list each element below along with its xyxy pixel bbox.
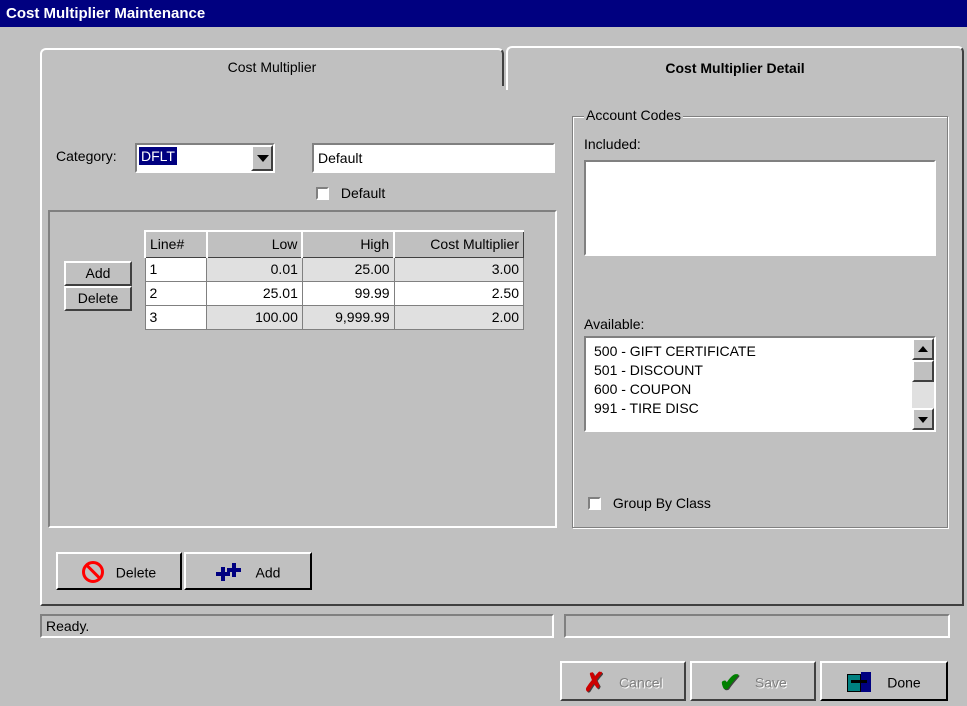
list-item[interactable]: 991 - TIRE DISC: [586, 399, 934, 418]
category-description-value: Default: [318, 150, 363, 166]
group-by-class-label: Group By Class: [612, 495, 711, 512]
chevron-up-icon: [918, 346, 928, 352]
default-checkbox[interactable]: [316, 186, 329, 200]
cell-line[interactable]: 2: [144, 280, 208, 306]
cell-low[interactable]: 100.00: [206, 304, 303, 330]
save-button[interactable]: ✔ Save: [690, 661, 816, 701]
add-button-label: Add: [255, 564, 281, 581]
cell-high[interactable]: 99.99: [301, 280, 395, 306]
tab-cost-multiplier-detail-label: Cost Multiplier Detail: [665, 60, 805, 76]
cell-cost-multiplier[interactable]: 2.00: [393, 304, 525, 330]
default-checkbox-row[interactable]: Default: [316, 184, 385, 201]
available-label: Available:: [584, 316, 645, 332]
column-header-high[interactable]: High: [301, 230, 395, 258]
add-button[interactable]: Add: [184, 552, 312, 590]
category-description-field[interactable]: Default: [312, 143, 555, 173]
available-list-scrollbar[interactable]: [912, 338, 934, 430]
column-header-line[interactable]: Line#: [144, 230, 208, 258]
scroll-up-button[interactable]: [912, 338, 934, 360]
no-entry-icon: [81, 561, 104, 584]
group-by-class-row[interactable]: Group By Class: [588, 494, 711, 511]
included-label: Included:: [584, 136, 641, 152]
tab-cost-multiplier-detail[interactable]: Cost Multiplier Detail: [506, 46, 964, 90]
cell-high[interactable]: 25.00: [301, 256, 395, 282]
status-text: Ready.: [46, 618, 90, 634]
cell-line[interactable]: 1: [144, 256, 208, 282]
cell-line[interactable]: 3: [144, 304, 208, 330]
scroll-down-button[interactable]: [912, 408, 934, 430]
window-title: Cost Multiplier Maintenance: [0, 0, 967, 27]
cancel-button[interactable]: ✗ Cancel: [560, 661, 686, 701]
account-codes-group-label: Account Codes: [584, 107, 683, 123]
save-button-label: Save: [754, 674, 787, 691]
cost-multiplier-table: Line# Low High Cost Multiplier 1 0.01 25…: [144, 230, 525, 330]
done-button[interactable]: Done: [820, 661, 948, 701]
status-text-box: Ready.: [40, 614, 554, 638]
exit-door-icon: [847, 672, 875, 693]
chevron-down-icon: [257, 155, 269, 162]
category-code-value: DFLT: [139, 147, 177, 165]
cell-cost-multiplier[interactable]: 3.00: [393, 256, 525, 282]
cancel-button-label: Cancel: [619, 674, 663, 691]
check-icon: ✔: [719, 667, 741, 698]
delete-button-label: Delete: [115, 564, 157, 581]
table-row[interactable]: 2 25.01 99.99 2.50: [144, 280, 525, 306]
done-button-label: Done: [887, 674, 921, 691]
column-header-low[interactable]: Low: [205, 230, 303, 258]
cell-low[interactable]: 25.01: [206, 280, 303, 306]
list-item[interactable]: 600 - COUPON: [586, 380, 934, 399]
cell-low[interactable]: 0.01: [206, 256, 303, 282]
grid-add-label: Add: [85, 265, 111, 281]
x-icon: ✗: [583, 667, 606, 698]
scroll-thumb[interactable]: [912, 360, 934, 382]
tab-cost-multiplier[interactable]: Cost Multiplier: [40, 48, 504, 86]
table-row[interactable]: 3 100.00 9,999.99 2.00: [144, 304, 525, 330]
group-by-class-checkbox[interactable]: [588, 496, 601, 510]
add-icon: [215, 563, 242, 582]
list-item[interactable]: 501 - DISCOUNT: [586, 361, 934, 380]
status-secondary-box: [564, 614, 950, 638]
cell-high[interactable]: 9,999.99: [301, 304, 395, 330]
available-list[interactable]: 500 - GIFT CERTIFICATE 501 - DISCOUNT 60…: [584, 336, 936, 432]
default-checkbox-label: Default: [340, 185, 386, 202]
category-dropdown-button[interactable]: [251, 145, 273, 171]
category-select[interactable]: DFLT: [135, 143, 275, 173]
grid-add-button[interactable]: Add: [64, 261, 132, 286]
tab-cost-multiplier-label: Cost Multiplier: [227, 59, 317, 75]
table-header-row: Line# Low High Cost Multiplier: [144, 230, 525, 258]
grid-delete-button[interactable]: Delete: [64, 286, 132, 311]
delete-button[interactable]: Delete: [56, 552, 182, 590]
column-header-cost-multiplier[interactable]: Cost Multiplier: [393, 230, 525, 258]
category-label: Category:: [56, 148, 117, 164]
chevron-down-icon: [918, 417, 928, 423]
table-row[interactable]: 1 0.01 25.00 3.00: [144, 256, 525, 282]
included-list[interactable]: [584, 160, 936, 256]
list-item[interactable]: 500 - GIFT CERTIFICATE: [586, 342, 934, 361]
cell-cost-multiplier[interactable]: 2.50: [393, 280, 525, 306]
grid-delete-label: Delete: [77, 290, 119, 306]
